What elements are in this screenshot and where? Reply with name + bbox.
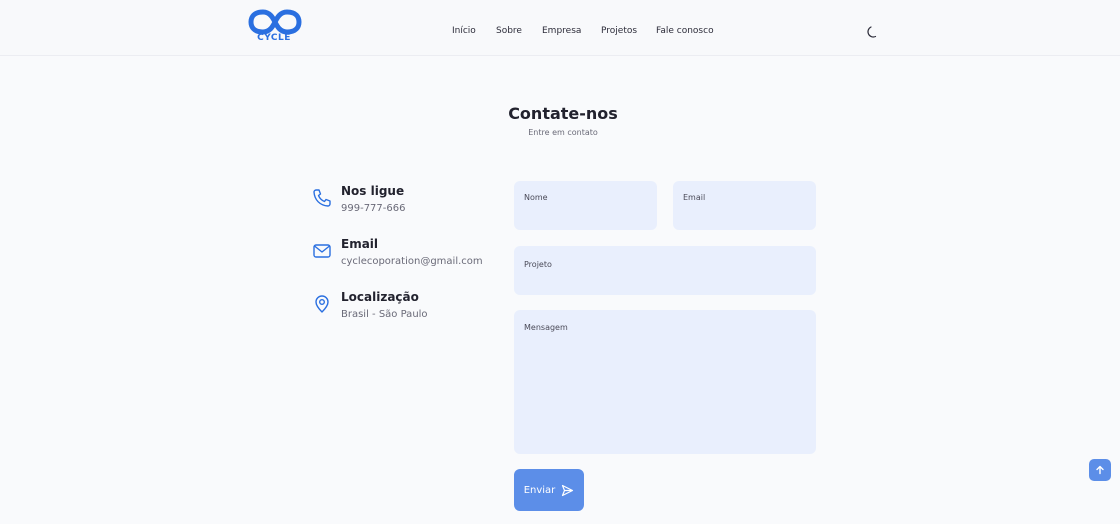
send-icon (562, 484, 574, 496)
email-field[interactable]: Email (673, 181, 816, 230)
contact-value-email: cyclecoporation@gmail.com (341, 256, 483, 267)
page-title: Contate-nos (508, 104, 618, 123)
contact-value-phone: 999-777-666 (341, 203, 406, 214)
send-button-label: Enviar (523, 484, 556, 496)
nav-projetos[interactable]: Projetos (601, 26, 637, 36)
contact-title-email: Email (341, 237, 379, 251)
theme-toggle-button[interactable] (866, 24, 880, 38)
project-field-label: Projeto (524, 260, 552, 269)
header: CYCLE Início Sobre Empresa Projetos Fale… (0, 0, 1120, 56)
nav-inicio[interactable]: Início (452, 26, 476, 36)
email-field-label: Email (683, 193, 706, 202)
nav-fale-conosco[interactable]: Fale conosco (656, 26, 714, 36)
phone-icon (313, 189, 331, 207)
nav-empresa[interactable]: Empresa (542, 26, 581, 36)
project-field[interactable]: Projeto (514, 246, 816, 295)
page-subtitle: Entre em contato (528, 128, 598, 137)
arrow-up-icon (1096, 465, 1104, 475)
logo[interactable]: CYCLE (244, 9, 306, 47)
logo-text: CYCLE (257, 33, 291, 43)
contact-value-location: Brasil - São Paulo (341, 309, 428, 320)
contact-title-phone: Nos ligue (341, 184, 405, 198)
infinity-logo-icon (248, 9, 302, 35)
message-field[interactable]: Mensagem (514, 310, 816, 454)
name-field-label: Nome (524, 193, 548, 202)
moon-icon (867, 26, 877, 38)
scroll-to-top-button[interactable] (1089, 459, 1111, 481)
name-field[interactable]: Nome (514, 181, 657, 230)
message-field-label: Mensagem (524, 323, 568, 332)
location-pin-icon (315, 295, 329, 313)
contact-title-location: Localização (341, 290, 419, 304)
nav-sobre[interactable]: Sobre (496, 26, 522, 36)
mail-icon (313, 244, 331, 258)
send-button[interactable]: Enviar (514, 469, 584, 511)
